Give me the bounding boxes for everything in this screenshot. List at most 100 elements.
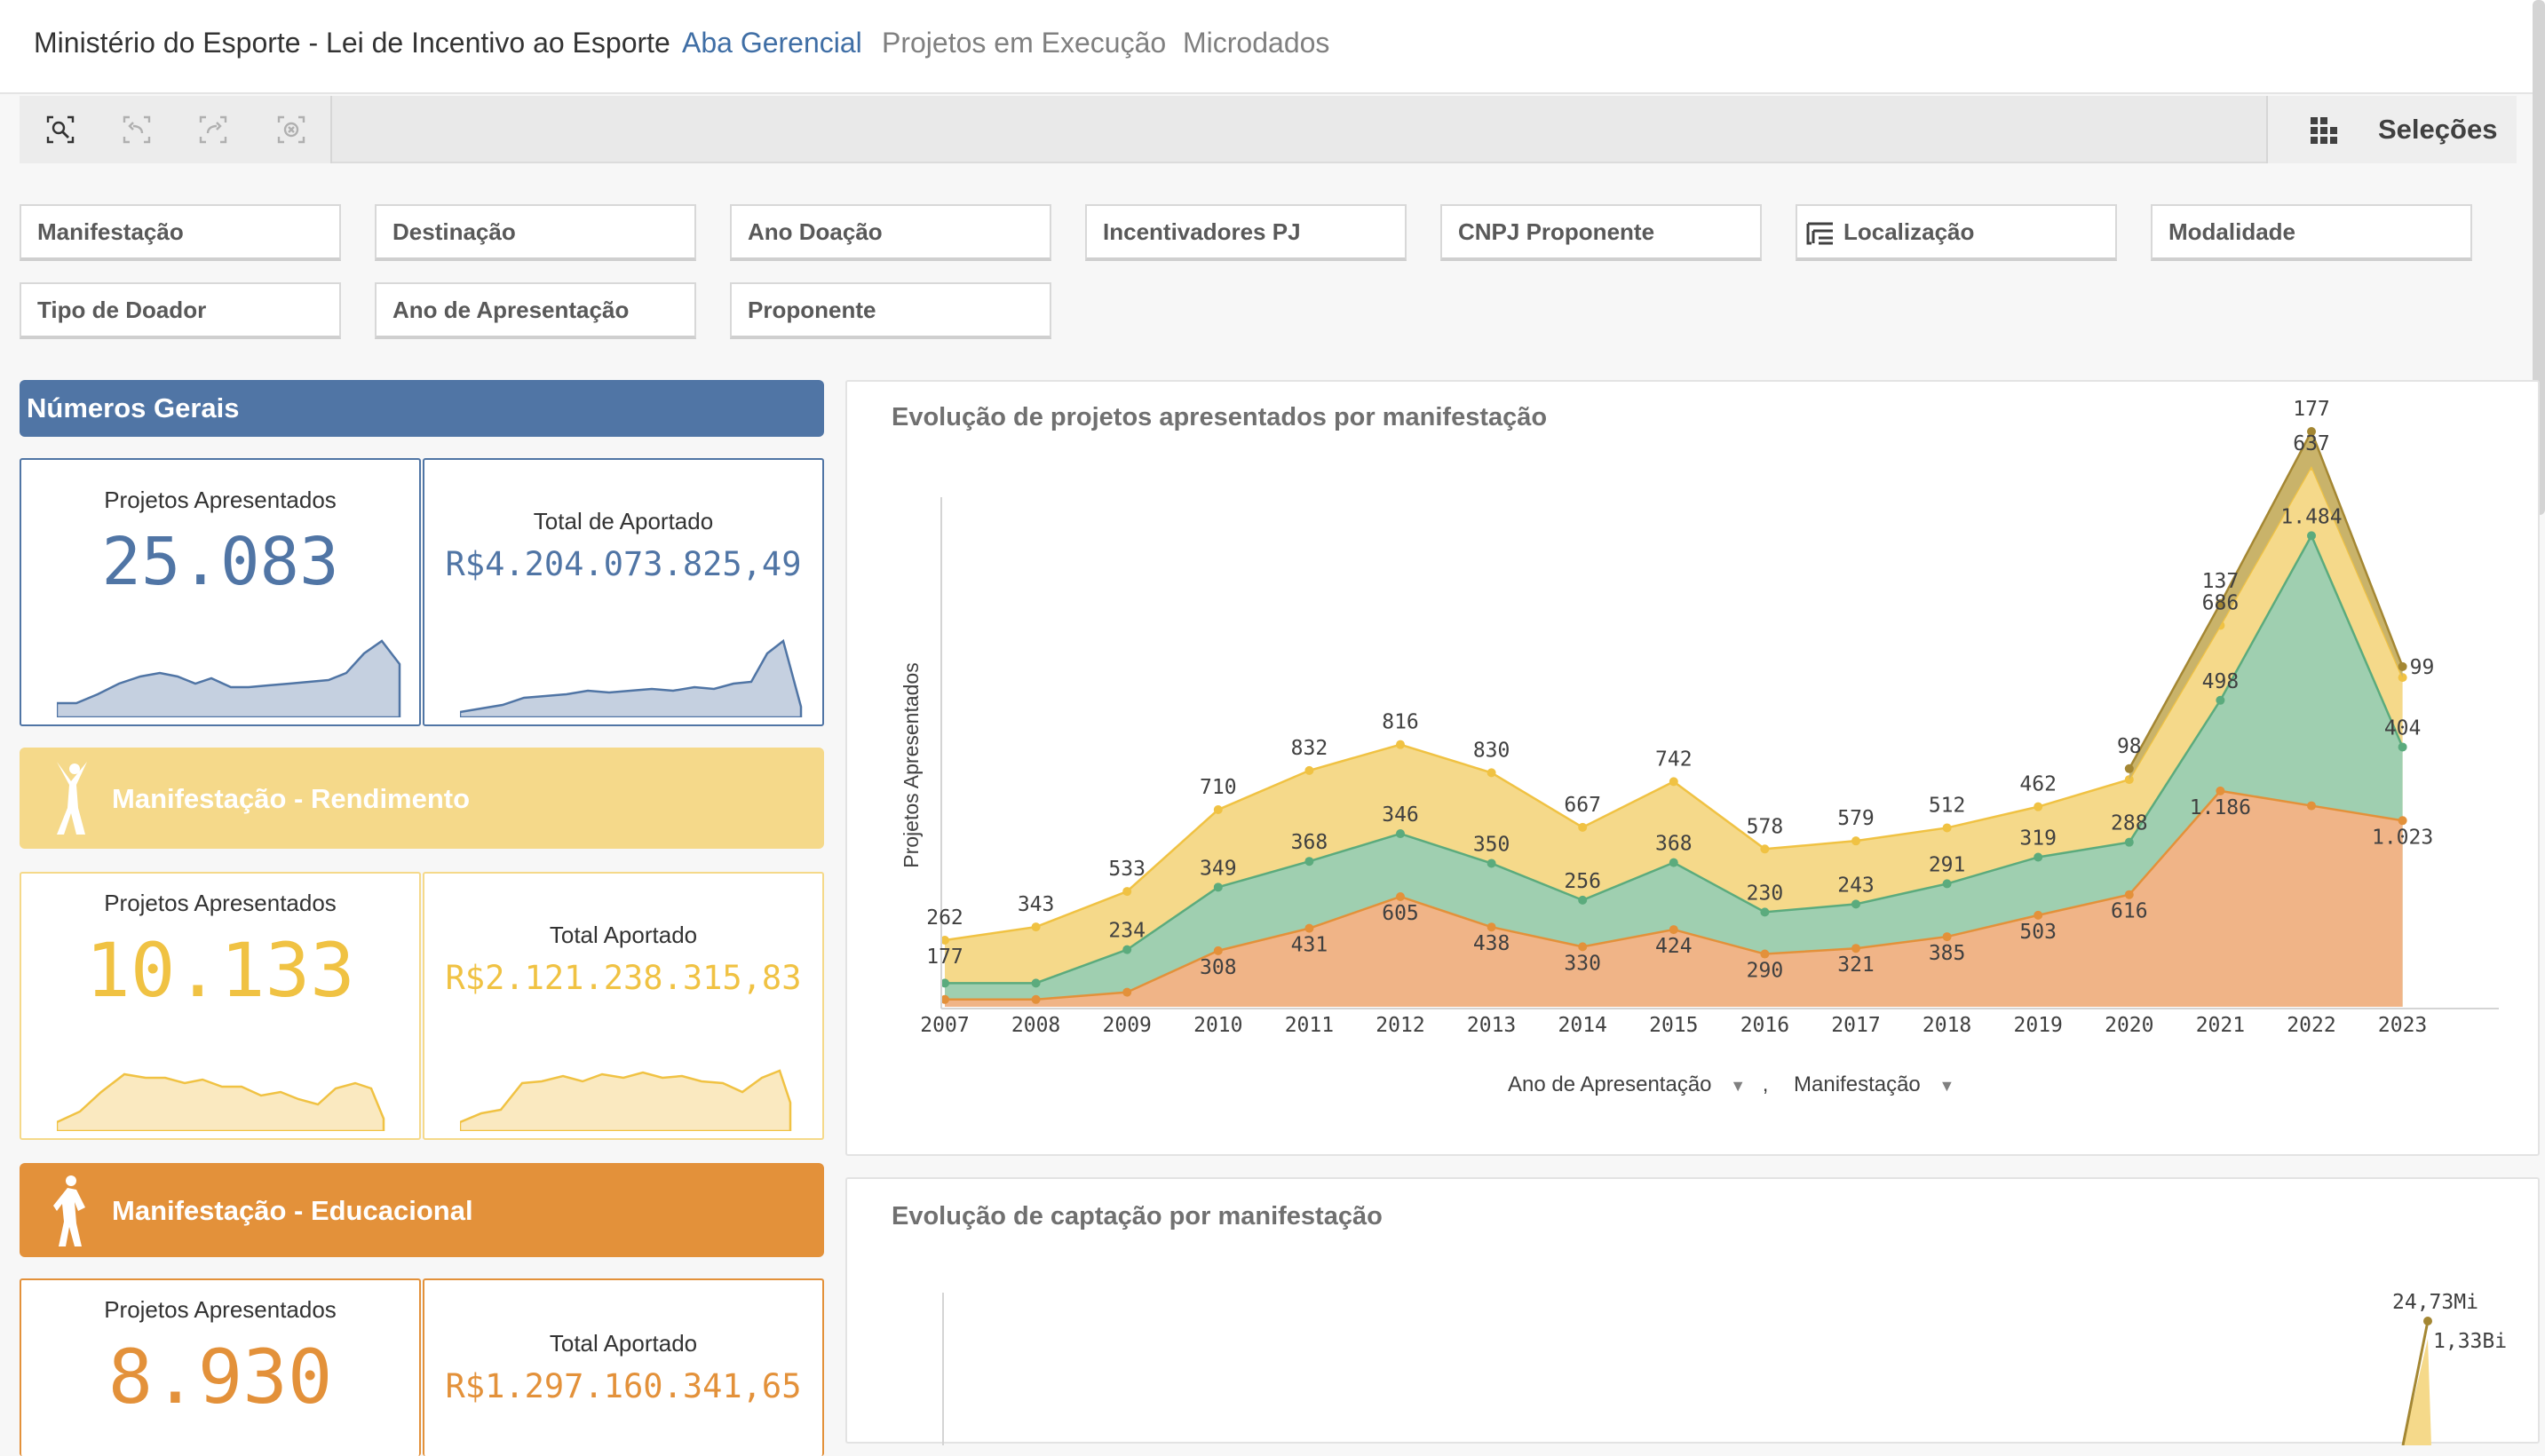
area-chart[interactable]: Projetos Apresentados 2007 2008 2009 2010 201… xyxy=(847,382,2541,1158)
data-point[interactable] xyxy=(1031,922,1041,932)
sparkline xyxy=(57,639,401,717)
x-tick-label: 2023 xyxy=(2378,1014,2427,1037)
data-point[interactable] xyxy=(1487,859,1496,868)
data-label: 578 xyxy=(1747,815,1784,838)
data-point[interactable] xyxy=(1213,882,1223,892)
step-forward-icon[interactable] xyxy=(197,114,229,146)
data-point[interactable] xyxy=(1396,891,1405,901)
filter-proponente[interactable]: Proponente xyxy=(730,282,1051,339)
data-point[interactable] xyxy=(2307,801,2316,811)
data-point[interactable] xyxy=(1304,857,1314,866)
filter-ano-doacao[interactable]: Ano Doação xyxy=(730,204,1051,261)
data-point[interactable] xyxy=(1760,949,1770,959)
sparkline xyxy=(57,1072,385,1131)
data-point[interactable] xyxy=(2034,852,2043,862)
data-point[interactable] xyxy=(1213,946,1223,955)
data-point[interactable] xyxy=(1031,978,1041,988)
filter-destinacao[interactable]: Destinação xyxy=(375,204,696,261)
filter-label: Destinação xyxy=(392,218,516,245)
smart-search-icon[interactable] xyxy=(44,114,76,146)
data-point[interactable] xyxy=(1487,922,1496,932)
area-chart[interactable]: 24,73Mi 1,33Bi xyxy=(847,1179,2541,1445)
dimension-manifestacao[interactable]: Manifestação xyxy=(1794,1072,1921,1096)
data-point[interactable] xyxy=(1851,944,1860,954)
tab-microdados[interactable]: Microdados xyxy=(1183,27,1329,59)
sparkline xyxy=(460,1069,792,1131)
x-tick-label: 2020 xyxy=(2105,1014,2153,1037)
data-point[interactable] xyxy=(2307,531,2316,541)
data-label: 262 xyxy=(926,906,963,930)
x-tick-label: 2021 xyxy=(2196,1014,2245,1037)
clear-selections-icon[interactable] xyxy=(275,114,307,146)
data-point[interactable] xyxy=(1396,740,1405,749)
filter-ano-de-apresentacao[interactable]: Ano de Apresentação xyxy=(375,282,696,339)
data-point[interactable] xyxy=(1942,879,1952,889)
filter-cnpj-proponente[interactable]: CNPJ Proponente xyxy=(1440,204,1762,261)
data-label: 462 xyxy=(2019,773,2057,796)
data-point[interactable] xyxy=(1122,945,1132,954)
data-label: 503 xyxy=(2019,921,2057,944)
data-point[interactable] xyxy=(2034,802,2043,811)
y-axis-label: Projetos Apresentados xyxy=(900,662,923,867)
data-point[interactable] xyxy=(2124,837,2134,847)
step-back-icon[interactable] xyxy=(121,114,153,146)
data-label: 177 xyxy=(926,946,963,969)
dimension-ano-de-apresentacao[interactable]: Ano de Apresentação xyxy=(1508,1072,1712,1096)
filter-incentivadores-pj[interactable]: Incentivadores PJ xyxy=(1085,204,1407,261)
data-point[interactable] xyxy=(2398,742,2407,752)
kpi-total-aportado: Total de Aportado R$4.204.073.825,49 xyxy=(423,458,824,726)
data-label: 98 xyxy=(2117,735,2142,758)
chart-captacao-panel: Evolução de captação por manifestação 24… xyxy=(845,1177,2541,1445)
data-point[interactable] xyxy=(1122,987,1132,997)
data-point[interactable] xyxy=(2398,661,2407,671)
kpi-label: Total de Aportado xyxy=(533,508,714,534)
data-label: 1.484 xyxy=(2280,505,2342,528)
dimension-selector[interactable]: Ano de Apresentação ▼ , Manifestação ▼ xyxy=(1508,1072,1954,1097)
data-point[interactable] xyxy=(2124,764,2134,773)
data-point[interactable] xyxy=(2124,890,2134,899)
data-point[interactable] xyxy=(2216,695,2225,705)
selections-label: Seleções xyxy=(2378,114,2498,145)
filter-modalidade[interactable]: Modalidade xyxy=(2151,204,2472,261)
x-tick-label: 2014 xyxy=(1558,1014,1607,1037)
data-point[interactable] xyxy=(1942,932,1952,942)
chevron-down-icon[interactable]: ▼ xyxy=(1938,1077,1954,1095)
data-point[interactable] xyxy=(1669,858,1678,867)
tab-aba-gerencial[interactable]: Aba Gerencial xyxy=(682,27,862,59)
data-point[interactable] xyxy=(1851,836,1860,846)
data-point xyxy=(2423,1317,2432,1325)
data-point[interactable] xyxy=(1304,765,1314,775)
selections-button[interactable]: Seleções xyxy=(2266,96,2517,163)
data-label: 177 xyxy=(2293,398,2330,421)
data-point[interactable] xyxy=(1122,887,1132,897)
data-point[interactable] xyxy=(1031,994,1041,1004)
data-point[interactable] xyxy=(1578,822,1588,832)
data-point[interactable] xyxy=(1213,804,1223,814)
data-point[interactable] xyxy=(2034,910,2043,920)
data-point[interactable] xyxy=(1578,895,1588,905)
section-title: Números Gerais xyxy=(27,392,240,423)
tab-projetos-em-execucao[interactable]: Projetos em Execução xyxy=(882,27,1166,59)
data-point[interactable] xyxy=(2216,786,2225,795)
data-point[interactable] xyxy=(1578,942,1588,952)
filter-tipo-de-doador[interactable]: Tipo de Doador xyxy=(20,282,341,339)
data-point[interactable] xyxy=(2398,673,2407,683)
filter-manifestacao[interactable]: Manifestação xyxy=(20,204,341,261)
data-point[interactable] xyxy=(1304,923,1314,933)
data-point[interactable] xyxy=(1942,823,1952,833)
data-point[interactable] xyxy=(2398,816,2407,826)
filter-localizacao[interactable]: Localização xyxy=(1796,204,2117,261)
data-point[interactable] xyxy=(1669,777,1678,787)
kpi-projetos-apresentados: Projetos Apresentados 25.083 xyxy=(20,458,421,726)
data-label: 438 xyxy=(1473,932,1510,955)
filter-label: Proponente xyxy=(748,297,876,323)
chevron-down-icon[interactable]: ▼ xyxy=(1730,1077,1746,1095)
data-point[interactable] xyxy=(1396,829,1405,839)
data-point[interactable] xyxy=(1851,899,1860,909)
data-point[interactable] xyxy=(1760,907,1770,917)
selections-grid-icon xyxy=(2311,117,2337,144)
data-point[interactable] xyxy=(1760,844,1770,854)
data-point[interactable] xyxy=(1669,925,1678,935)
data-point[interactable] xyxy=(1487,768,1496,778)
kpi-label: Projetos Apresentados xyxy=(104,487,337,513)
